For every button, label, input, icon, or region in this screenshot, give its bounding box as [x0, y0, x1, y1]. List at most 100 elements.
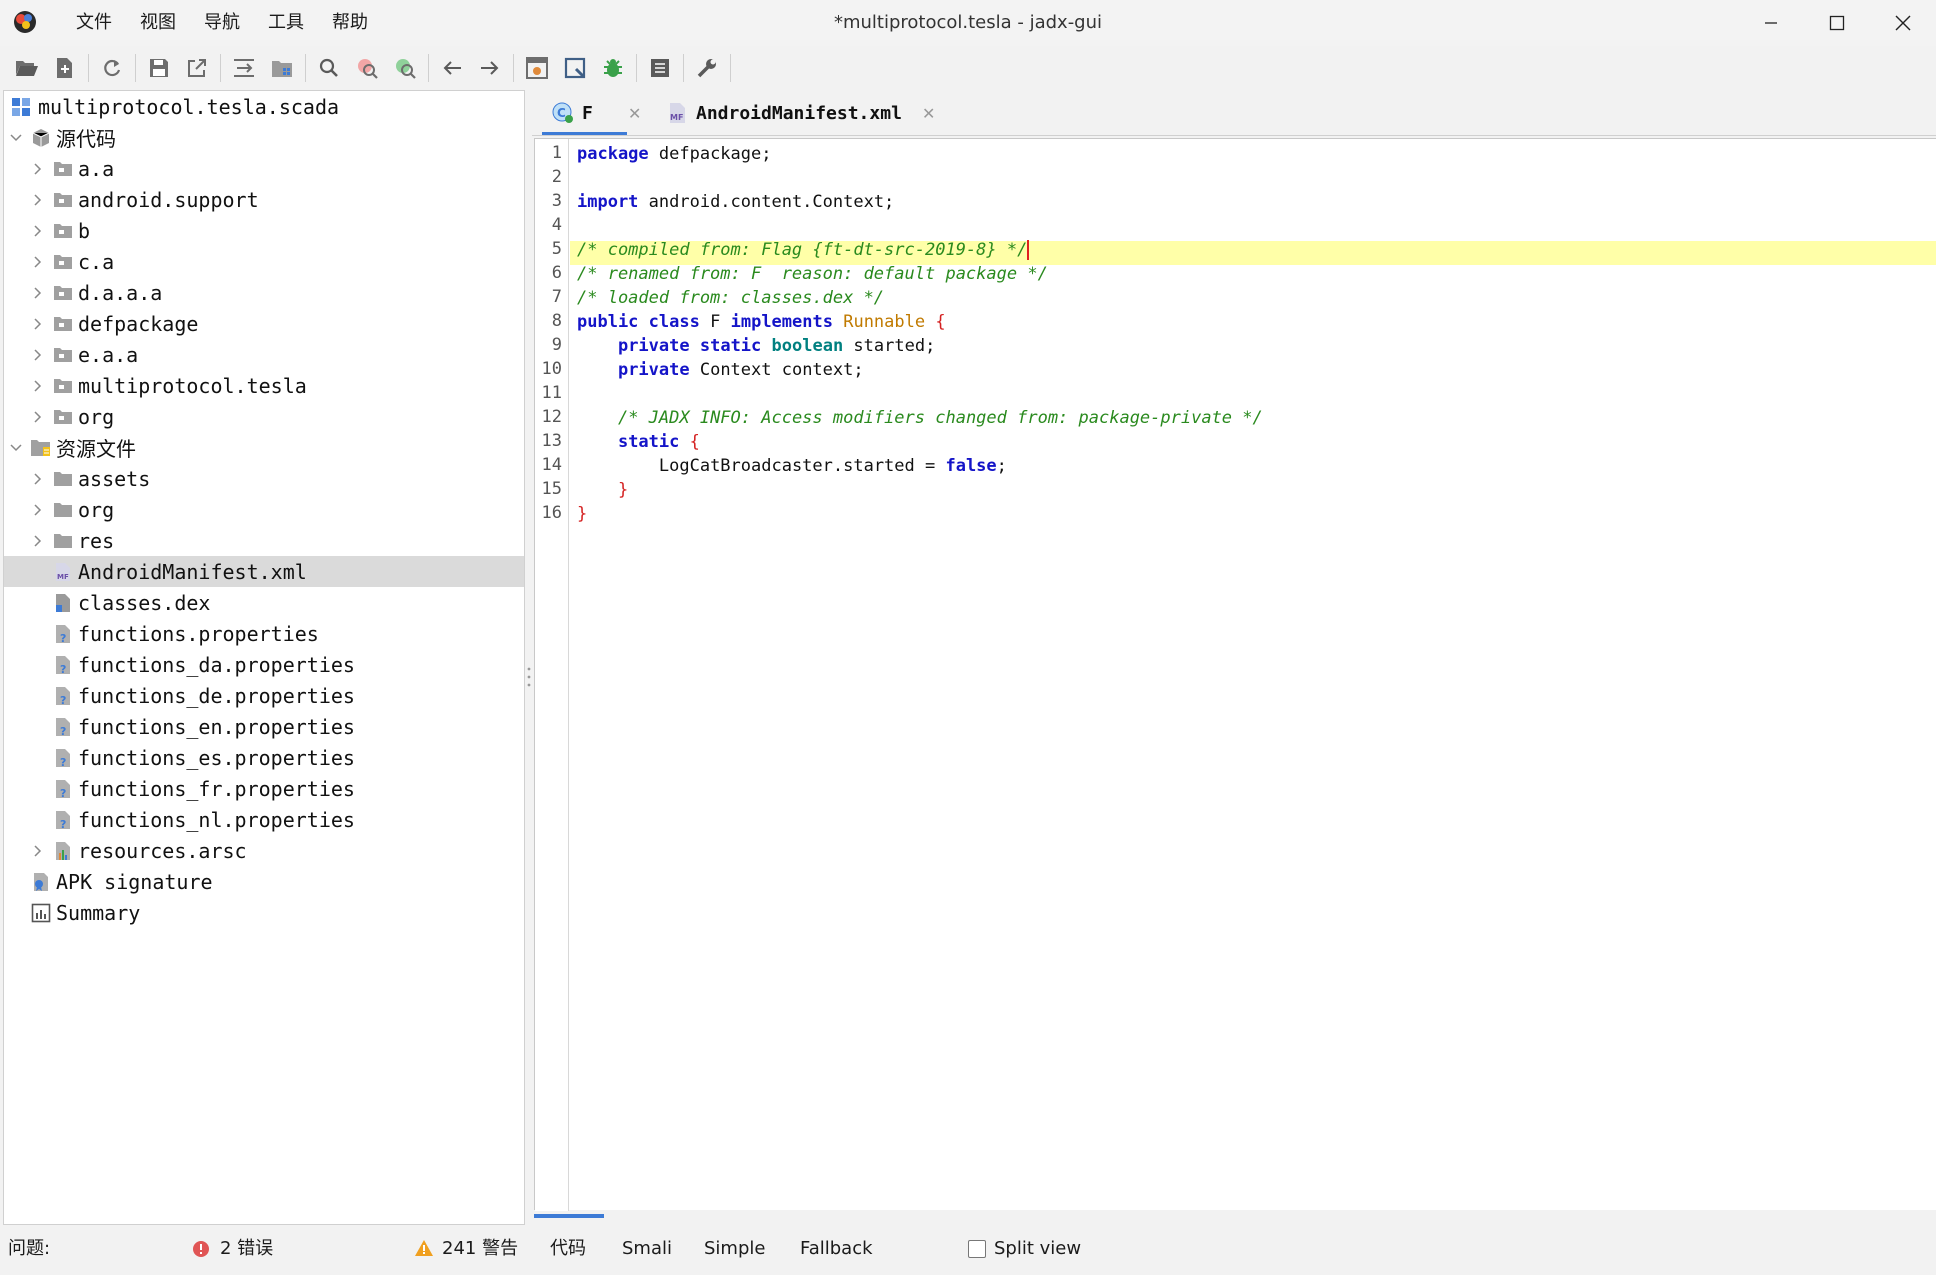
toolbar-separator	[636, 54, 637, 82]
menu-tools[interactable]: 工具	[254, 0, 318, 46]
tree-package-item[interactable]: b	[4, 215, 524, 246]
chevron-down-icon[interactable]	[8, 130, 24, 146]
tree-file-item[interactable]: classes.dex	[4, 587, 524, 618]
find-usage-icon[interactable]	[386, 50, 424, 86]
chevron-right-icon[interactable]	[30, 285, 46, 301]
chevron-right-icon[interactable]	[30, 161, 46, 177]
tree-root-label: multiprotocol.tesla.scada	[38, 94, 340, 119]
chevron-right-icon[interactable]	[30, 843, 46, 859]
horizontal-scrollbar[interactable]	[534, 1214, 604, 1218]
quark-icon[interactable]	[556, 50, 594, 86]
tree-package-item[interactable]: a.a	[4, 153, 524, 184]
sync-editor-icon[interactable]	[225, 50, 263, 86]
tree-package-item[interactable]: defpackage	[4, 308, 524, 339]
tree-package-item[interactable]: android.support	[4, 184, 524, 215]
tab-smali[interactable]: Smali	[622, 1226, 672, 1272]
minimize-icon	[1765, 22, 1777, 24]
tree-file-item[interactable]: ? functions.properties	[4, 618, 524, 649]
chevron-right-icon[interactable]	[30, 533, 46, 549]
toolbar-separator	[513, 54, 514, 82]
tree-file-item[interactable]: ? functions_fr.properties	[4, 773, 524, 804]
log-viewer-icon[interactable]	[641, 50, 679, 86]
tree-folder-item[interactable]: res	[4, 525, 524, 556]
tree-package-item[interactable]: org	[4, 401, 524, 432]
close-tab-icon[interactable]: ✕	[628, 104, 641, 123]
export-icon[interactable]	[178, 50, 216, 86]
add-files-icon[interactable]	[46, 50, 84, 86]
tree-file-item-selected[interactable]: MF AndroidManifest.xml	[4, 556, 524, 587]
chevron-right-icon[interactable]	[30, 316, 46, 332]
tree-package-item[interactable]: e.a.a	[4, 339, 524, 370]
menu-file[interactable]: 文件	[62, 0, 126, 46]
line-number: 7	[551, 287, 562, 307]
chevron-right-icon[interactable]	[30, 502, 46, 518]
errors-count[interactable]: 2 错误	[220, 1226, 273, 1272]
chevron-down-icon[interactable]	[8, 440, 24, 456]
tree-folder-item[interactable]: org	[4, 494, 524, 525]
save-all-icon[interactable]	[140, 50, 178, 86]
status-bar: 问题: 2 错误 241 警告	[0, 1226, 532, 1272]
chevron-right-icon[interactable]	[30, 254, 46, 270]
tree-package-item[interactable]: d.a.a.a	[4, 277, 524, 308]
project-tree[interactable]: multiprotocol.tesla.scada 源代码 a.a androi…	[3, 90, 525, 1225]
chevron-right-icon[interactable]	[30, 471, 46, 487]
menu-view[interactable]: 视图	[126, 0, 190, 46]
minimize-button[interactable]	[1738, 0, 1804, 46]
comment: /* JADX INFO: Access modifiers changed f…	[617, 408, 1263, 428]
warnings-count[interactable]: 241 警告	[442, 1226, 518, 1272]
tab-simple[interactable]: Simple	[704, 1226, 765, 1272]
preferences-icon[interactable]	[688, 50, 726, 86]
toolbar-separator	[683, 54, 684, 82]
tree-summary[interactable]: Summary	[4, 897, 524, 928]
tree-package-item[interactable]: c.a	[4, 246, 524, 277]
code-line: static {	[577, 430, 700, 454]
chevron-right-icon[interactable]	[30, 409, 46, 425]
deobfuscation-icon[interactable]	[518, 50, 556, 86]
close-tab-icon[interactable]: ✕	[922, 104, 935, 123]
tree-file-item[interactable]: resources.arsc	[4, 835, 524, 866]
tab-androidmanifest[interactable]: MF AndroidManifest.xml ✕	[666, 90, 976, 136]
split-view-label[interactable]: Split view	[994, 1226, 1081, 1272]
line-number: 15	[541, 479, 562, 499]
debugger-icon[interactable]	[594, 50, 632, 86]
svg-text:C: C	[557, 106, 566, 120]
properties-file-icon: ?	[52, 623, 74, 645]
primitive-type: boolean	[771, 336, 844, 356]
resize-grip-icon[interactable]	[957, 1266, 979, 1270]
maximize-button[interactable]	[1804, 0, 1870, 46]
tree-file-item[interactable]: ? functions_es.properties	[4, 742, 524, 773]
flatten-packages-icon[interactable]	[263, 50, 301, 86]
tree-file-item[interactable]: ? functions_da.properties	[4, 649, 524, 680]
tree-apk-signature[interactable]: APK signature	[4, 866, 524, 897]
search-text-icon[interactable]	[310, 50, 348, 86]
chevron-right-icon[interactable]	[30, 223, 46, 239]
dex-file-icon	[52, 592, 74, 614]
jadx-logo-icon	[12, 9, 38, 35]
open-file-icon[interactable]	[8, 50, 46, 86]
forward-icon[interactable]	[471, 50, 509, 86]
chevron-right-icon[interactable]	[30, 192, 46, 208]
tab-fallback[interactable]: Fallback	[800, 1226, 873, 1272]
code-editor[interactable]: 1 2 3 4 5 6 7 8 9 10 11 12 13 14 15 16 p…	[534, 138, 1936, 1211]
back-icon[interactable]	[433, 50, 471, 86]
menu-navigation[interactable]: 导航	[190, 0, 254, 46]
tree-file-item[interactable]: ? functions_de.properties	[4, 680, 524, 711]
tree-resources-group[interactable]: 资源文件	[4, 432, 524, 463]
tree-folder-item[interactable]: assets	[4, 463, 524, 494]
search-class-icon[interactable]	[348, 50, 386, 86]
tree-file-item[interactable]: ? functions_en.properties	[4, 711, 524, 742]
chevron-right-icon[interactable]	[30, 378, 46, 394]
close-window-button[interactable]	[1870, 0, 1936, 46]
tab-f[interactable]: C F ✕	[550, 90, 660, 136]
split-view-checkbox[interactable]	[968, 1240, 986, 1258]
tree-file-item[interactable]: ? functions_nl.properties	[4, 804, 524, 835]
tree-package-item[interactable]: multiprotocol.tesla	[4, 370, 524, 401]
tree-root[interactable]: multiprotocol.tesla.scada	[4, 91, 524, 122]
code-text: ;	[996, 456, 1007, 476]
reload-icon[interactable]	[93, 50, 131, 86]
package-icon	[52, 220, 74, 242]
chevron-right-icon[interactable]	[30, 347, 46, 363]
menu-help[interactable]: 帮助	[318, 0, 382, 46]
tree-source-group[interactable]: 源代码	[4, 122, 524, 153]
tab-code[interactable]: 代码	[550, 1226, 586, 1272]
